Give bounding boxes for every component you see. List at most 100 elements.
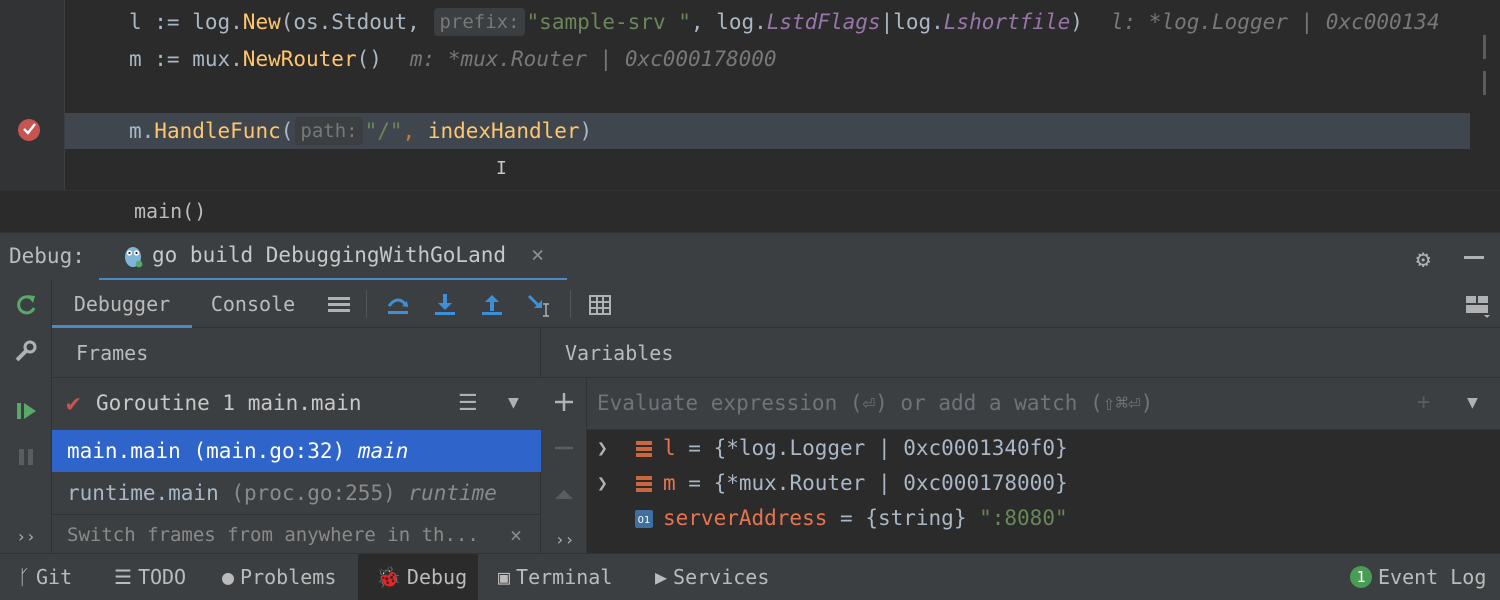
variable-row[interactable]: 01 serverAddress = {string} ":8080" [587,501,1500,536]
list-icon: ☰ [114,565,132,589]
parameter-hint: path: [295,117,363,145]
warning-icon: ● [222,565,235,589]
frames-tip: Switch frames from anywhere in th... × [52,514,541,554]
debug-label-status: Debug [406,565,468,589]
frame-function: runtime.main [67,481,219,505]
code-line-logger[interactable]: l := log.New(os.Stdout, prefix: "sample-s… [65,4,1470,40]
editor-scrollbar[interactable] [1483,35,1490,95]
git-tool-button[interactable]: ᚴ Git [18,554,72,600]
more-actions-icon[interactable]: ›› [555,530,574,549]
minimize-icon[interactable] [1464,256,1484,259]
code-token: l := log. [129,10,243,34]
step-out-icon[interactable] [479,292,505,318]
code-token: HandleFunc [154,119,281,143]
terminal-label: Terminal [516,565,613,589]
breadcrumb-function[interactable]: main() [134,199,206,223]
minus-icon[interactable] [552,436,576,460]
event-count-badge: 1 [1350,566,1372,588]
step-into-icon[interactable] [432,292,458,318]
plus-icon[interactable] [552,390,576,414]
evaluate-expression-icon[interactable] [587,292,613,318]
services-tool-button[interactable]: ▶ Services [655,554,769,600]
run-config-label: go build DebuggingWithGoLand [152,243,507,267]
code-line-router[interactable]: m := mux.NewRouter() m: *mux.Router | 0xc… [65,41,1470,77]
filter-icon[interactable]: ☰ [458,391,478,416]
breakpoint-icon[interactable] [18,119,40,141]
run-to-cursor-icon[interactable] [526,292,552,318]
rerun-icon[interactable] [13,292,39,318]
debugger-toolbar: Debugger Console [52,280,1500,328]
wrench-icon[interactable] [13,338,39,364]
event-log-label: Event Log [1378,565,1487,589]
problems-tool-button[interactable]: ● Problems [222,554,336,600]
resume-icon[interactable] [13,398,39,424]
string-icon: 01 [635,510,653,528]
terminal-tool-button[interactable]: ▣ Terminal [498,554,612,600]
variable-name-line: m = {*mux.Router | 0xc000178000} [663,471,1068,495]
evaluate-placeholder: Evaluate expression (⏎) or add a watch (… [597,391,1154,415]
run-config-tab[interactable]: go build DebuggingWithGoLand × [99,233,567,281]
code-token: NewRouter [242,47,357,71]
editor-gutter[interactable] [0,0,65,190]
parameter-hint: prefix: [434,8,525,36]
event-log-button[interactable]: 1 Event Log [1350,554,1486,600]
code-token: |log. [880,10,944,34]
variable-name-line: serverAddress = {string} ":8080" [663,506,1068,530]
add-watch-icon[interactable]: + [1417,390,1430,415]
problems-label: Problems [240,565,337,589]
variable-row[interactable]: ❯ m = {*mux.Router | 0xc000178000} [587,466,1500,501]
code-token: "sample-srv " [526,10,691,34]
code-token: LstdFlags [766,10,881,34]
inline-debug-value: l: *log.Logger | 0xc000134 [1110,10,1440,34]
code-token: m := mux. [129,47,243,71]
variable-row[interactable]: ❯ l = {*log.Logger | 0xc0001340f0} [587,431,1500,466]
more-actions-icon[interactable]: ›› [13,524,39,550]
code-editor[interactable]: l := log.New(os.Stdout, prefix: "sample-s… [0,0,1500,190]
evaluate-expression-field[interactable]: Evaluate expression (⏎) or add a watch (… [587,378,1500,430]
services-label: Services [673,565,770,589]
frames-tip-text: Switch frames from anywhere in th... [67,524,479,546]
frame-location: (main.go:32) [193,439,346,463]
todo-tool-button[interactable]: ☰ TODO [114,554,186,600]
tab-console[interactable]: Console [192,280,314,328]
struct-icon [636,476,652,492]
chevron-down-icon[interactable]: ▼ [1467,392,1478,413]
frame-row[interactable]: runtime.main (proc.go:255) runtime [52,472,541,514]
expand-arrow-icon[interactable]: ❯ [597,431,608,466]
frame-row[interactable]: main.main (main.go:32) main [52,430,541,472]
goroutine-selector[interactable]: ✔ Goroutine 1 main.main ☰ ▼ [52,378,541,430]
frame-package: runtime [408,481,497,505]
debug-side-toolbar: ›› [0,280,52,553]
debug-tool-button[interactable]: 🐞 Debug [358,554,478,600]
checkmark-icon: ✔ [66,389,81,417]
tab-debugger[interactable]: Debugger [52,280,192,328]
close-icon[interactable]: × [510,515,522,555]
frames-title: Frames [52,328,541,378]
variables-panel: Variables ›› Evaluate expression (⏎) or … [541,328,1500,553]
arrow-up-icon[interactable] [552,482,576,506]
debug-tool-window-header: Debug: go build DebuggingWithGoLand × ⚙ [0,232,1500,281]
code-token: m. [129,119,155,143]
frame-function: main.main [67,439,181,463]
step-over-icon[interactable] [385,292,411,318]
expand-arrow-icon[interactable]: ❯ [597,466,608,501]
code-token: New [242,10,281,34]
struct-icon [636,441,652,457]
variable-name-line: l = {*log.Logger | 0xc0001340f0} [663,436,1068,460]
gear-icon[interactable]: ⚙ [1416,245,1430,273]
inline-debug-value: m: *mux.Router | 0xc000178000 [409,47,777,71]
layout-settings-icon[interactable] [1464,292,1490,318]
code-token: ) [579,119,593,143]
pause-icon[interactable] [13,444,39,470]
code-token: indexHandler [427,119,580,143]
breadcrumb[interactable]: main() [0,190,1500,232]
code-line-current[interactable]: m.HandleFunc(path: "/", indexHandler) [65,113,1470,149]
frame-location: (proc.go:255) [231,481,396,505]
show-execution-point-icon[interactable] [326,292,352,318]
code-token: ( [280,119,294,143]
code-token: Lshortfile [943,10,1071,34]
chevron-down-icon[interactable]: ▼ [508,392,519,413]
frame-package: main [357,439,409,463]
close-tab-icon[interactable]: × [531,243,544,268]
code-token: (os.Stdout, [280,10,433,34]
